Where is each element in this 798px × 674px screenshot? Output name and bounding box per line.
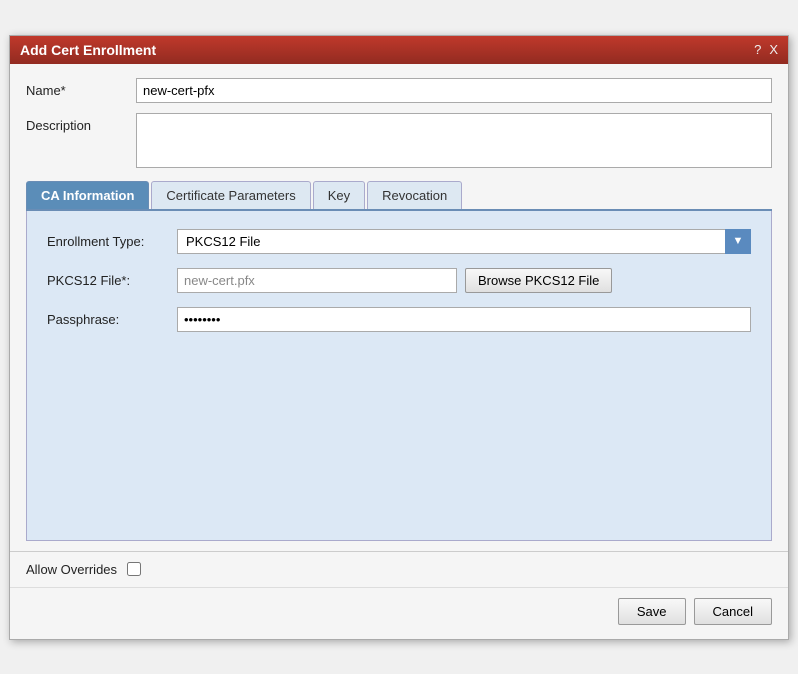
passphrase-control <box>177 307 751 332</box>
help-icon[interactable]: ? <box>754 42 761 57</box>
enrollment-type-control: PKCS12 File SCEP Manual ▼ <box>177 229 751 254</box>
ca-information-tab-content: Enrollment Type: PKCS12 File SCEP Manual… <box>26 211 772 541</box>
allow-overrides-row: Allow Overrides <box>10 552 788 587</box>
tab-key[interactable]: Key <box>313 181 365 209</box>
allow-overrides-checkbox[interactable] <box>127 562 141 576</box>
tabs-container: CA Information Certificate Parameters Ke… <box>26 181 772 211</box>
browse-pkcs12-button[interactable]: Browse PKCS12 File <box>465 268 612 293</box>
tabs: CA Information Certificate Parameters Ke… <box>26 181 772 209</box>
name-input[interactable] <box>136 78 772 103</box>
description-input[interactable] <box>136 113 772 168</box>
dialog-title: Add Cert Enrollment <box>20 42 156 58</box>
enrollment-type-select-wrapper: PKCS12 File SCEP Manual ▼ <box>177 229 751 254</box>
pkcs12-file-input[interactable] <box>177 268 457 293</box>
tab-certificate-parameters[interactable]: Certificate Parameters <box>151 181 310 209</box>
enrollment-type-row: Enrollment Type: PKCS12 File SCEP Manual… <box>47 229 751 254</box>
name-row: Name* <box>26 78 772 103</box>
tab-ca-information[interactable]: CA Information <box>26 181 149 209</box>
add-cert-enrollment-dialog: Add Cert Enrollment ? X Name* Descriptio… <box>9 35 789 640</box>
enrollment-type-select[interactable]: PKCS12 File SCEP Manual <box>177 229 751 254</box>
pkcs12-file-control: Browse PKCS12 File <box>177 268 751 293</box>
allow-overrides-label: Allow Overrides <box>26 562 117 577</box>
name-control <box>136 78 772 103</box>
pkcs12-file-row: PKCS12 File*: Browse PKCS12 File <box>47 268 751 293</box>
passphrase-input[interactable] <box>177 307 751 332</box>
description-row: Description <box>26 113 772 171</box>
dialog-body: Name* Description CA Information Certifi… <box>10 64 788 551</box>
description-label: Description <box>26 113 136 133</box>
tab-revocation[interactable]: Revocation <box>367 181 462 209</box>
enrollment-type-label: Enrollment Type: <box>47 234 177 249</box>
description-control <box>136 113 772 171</box>
close-icon[interactable]: X <box>769 42 778 57</box>
save-button[interactable]: Save <box>618 598 686 625</box>
passphrase-row: Passphrase: <box>47 307 751 332</box>
cancel-button[interactable]: Cancel <box>694 598 772 625</box>
name-label: Name* <box>26 78 136 98</box>
dialog-footer: Save Cancel <box>10 587 788 639</box>
dialog-titlebar: Add Cert Enrollment ? X <box>10 36 788 64</box>
pkcs12-file-label: PKCS12 File*: <box>47 273 177 288</box>
titlebar-controls: ? X <box>754 42 778 57</box>
passphrase-label: Passphrase: <box>47 312 177 327</box>
